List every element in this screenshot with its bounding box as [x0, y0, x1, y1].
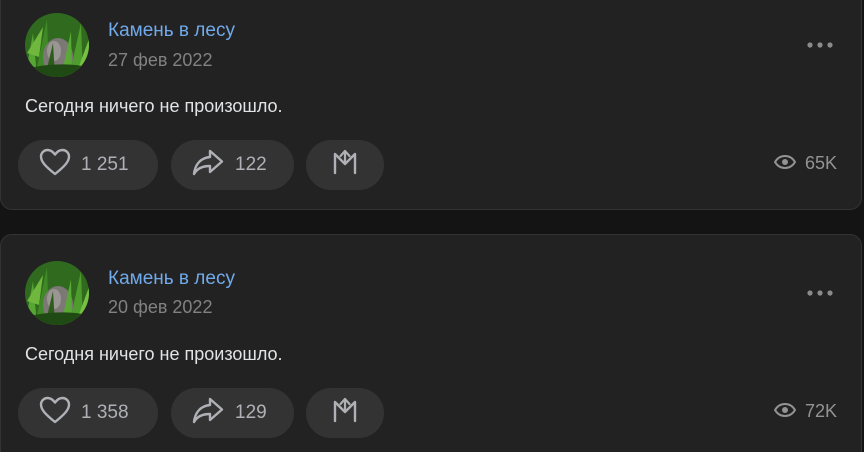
like-button[interactable]: 1 251 [18, 140, 158, 190]
share-button[interactable]: 129 [171, 388, 294, 438]
eye-icon [773, 153, 797, 174]
save-button[interactable] [306, 388, 384, 438]
share-count: 122 [235, 154, 267, 175]
like-button[interactable]: 1 358 [18, 388, 158, 438]
more-dots-icon[interactable] [805, 36, 835, 54]
like-count: 1 358 [81, 402, 129, 423]
post-card: Камень в лесу 27 фев 2022 Сегодня ничего… [0, 0, 862, 210]
post-date[interactable]: 27 фев 2022 [108, 50, 212, 71]
views-count: 72K [804, 401, 837, 421]
author-name-link[interactable]: Камень в лесу [108, 268, 235, 290]
bookmark-icon [332, 397, 358, 429]
author-avatar[interactable] [25, 261, 89, 325]
bookmark-icon [332, 149, 358, 181]
eye-icon [773, 401, 797, 422]
views-count: 65K [804, 153, 837, 173]
heart-icon [39, 148, 71, 182]
views-counter: 65K [773, 153, 837, 174]
post-text: Сегодня ничего не произошло. [25, 96, 283, 116]
share-button[interactable]: 122 [171, 140, 294, 190]
views-counter: 72K [773, 401, 837, 422]
news-feed: Камень в лесу 27 фев 2022 Сегодня ничего… [0, 0, 864, 452]
post-date[interactable]: 20 фев 2022 [108, 297, 212, 318]
share-count: 129 [235, 402, 267, 423]
share-arrow-icon [191, 148, 225, 182]
heart-icon [39, 396, 71, 430]
more-dots-icon[interactable] [805, 284, 835, 302]
share-arrow-icon [191, 396, 225, 430]
post-text: Сегодня ничего не произошло. [25, 344, 283, 364]
author-avatar[interactable] [25, 13, 89, 77]
author-name-link[interactable]: Камень в лесу [108, 20, 235, 42]
save-button[interactable] [306, 140, 384, 190]
post-card: Камень в лесу 20 фев 2022 Сегодня ничего… [0, 234, 862, 452]
like-count: 1 251 [81, 154, 129, 175]
